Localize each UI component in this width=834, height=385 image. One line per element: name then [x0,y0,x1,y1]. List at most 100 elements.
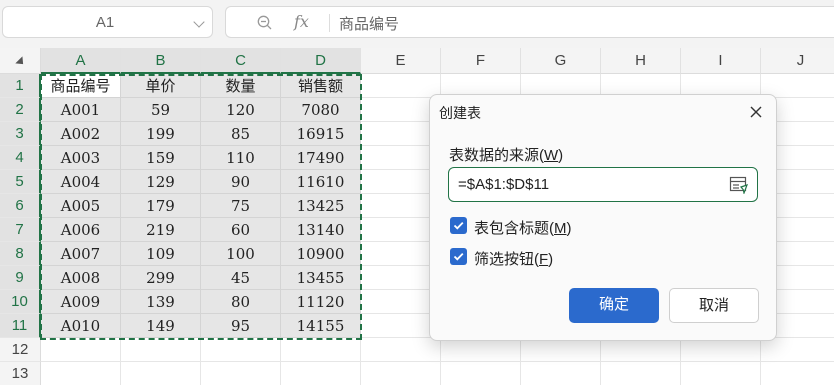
cell-c1[interactable]: 数量 [201,74,281,98]
close-icon[interactable] [748,104,764,120]
row-header-9[interactable]: 9 [0,266,41,290]
column-header-d[interactable]: D [281,48,361,74]
row-header-4[interactable]: 4 [0,146,41,170]
cell-d11[interactable]: 14155 [281,314,361,338]
cell-e13[interactable] [361,362,441,385]
row-header-10[interactable]: 10 [0,290,41,314]
cell-c13[interactable] [201,362,281,385]
range-select-icon[interactable] [729,176,749,194]
cell-b9[interactable]: 299 [121,266,201,290]
cell-b2[interactable]: 59 [121,98,201,122]
column-header-f[interactable]: F [441,48,521,74]
cell-a11[interactable]: A010 [41,314,121,338]
cell-a1[interactable]: 商品编号 [41,74,121,98]
cell-b12[interactable] [121,338,201,362]
cell-c11[interactable]: 95 [201,314,281,338]
row-header-8[interactable]: 8 [0,242,41,266]
cell-d3[interactable]: 16915 [281,122,361,146]
cell-c9[interactable]: 45 [201,266,281,290]
cell-b13[interactable] [121,362,201,385]
cell-a3[interactable]: A002 [41,122,121,146]
formula-content[interactable]: 商品编号 [339,13,399,34]
cell-c3[interactable]: 85 [201,122,281,146]
cell-d5[interactable]: 11610 [281,170,361,194]
column-header-i[interactable]: I [681,48,761,74]
cell-g13[interactable] [521,362,601,385]
cell-a13[interactable] [41,362,121,385]
column-header-j[interactable]: J [761,48,834,74]
name-box[interactable]: A1 [2,6,213,38]
cell-c8[interactable]: 100 [201,242,281,266]
row-header-3[interactable]: 3 [0,122,41,146]
source-range-input[interactable]: =$A$1:$D$11 [448,167,758,202]
cell-c2[interactable]: 120 [201,98,281,122]
cell-c6[interactable]: 75 [201,194,281,218]
column-header-h[interactable]: H [601,48,681,74]
cell-d6[interactable]: 13425 [281,194,361,218]
cell-j12[interactable] [761,338,834,362]
row-header-5[interactable]: 5 [0,170,41,194]
cell-a7[interactable]: A006 [41,218,121,242]
cell-a10[interactable]: A009 [41,290,121,314]
cell-e12[interactable] [361,338,441,362]
cell-c4[interactable]: 110 [201,146,281,170]
cell-h13[interactable] [601,362,681,385]
column-header-g[interactable]: G [521,48,601,74]
row-header-12[interactable]: 12 [0,338,41,362]
cell-f13[interactable] [441,362,521,385]
cell-d9[interactable]: 13455 [281,266,361,290]
zoom-icon[interactable] [257,15,272,30]
filter-button-label[interactable]: 筛选按钮(F) [474,248,553,269]
cell-d4[interactable]: 17490 [281,146,361,170]
cell-d2[interactable]: 7080 [281,98,361,122]
row-header-7[interactable]: 7 [0,218,41,242]
cell-a2[interactable]: A001 [41,98,121,122]
cell-d13[interactable] [281,362,361,385]
cell-c5[interactable]: 90 [201,170,281,194]
cell-d10[interactable]: 11120 [281,290,361,314]
cell-b7[interactable]: 219 [121,218,201,242]
cell-c10[interactable]: 80 [201,290,281,314]
cell-g12[interactable] [521,338,601,362]
column-header-a[interactable]: A [41,48,121,74]
cell-a5[interactable]: A004 [41,170,121,194]
has-headers-label[interactable]: 表包含标题(M) [474,217,572,238]
formula-bar[interactable]: fx 商品编号 [225,6,834,38]
cell-a8[interactable]: A007 [41,242,121,266]
column-header-e[interactable]: E [361,48,441,74]
cell-b3[interactable]: 199 [121,122,201,146]
row-header-11[interactable]: 11 [0,314,41,338]
select-all-corner[interactable] [0,48,41,74]
cancel-button[interactable]: 取消 [669,288,759,323]
cell-b6[interactable]: 179 [121,194,201,218]
cell-c12[interactable] [201,338,281,362]
cell-i12[interactable] [681,338,761,362]
cell-e1[interactable] [361,74,441,98]
cell-a9[interactable]: A008 [41,266,121,290]
cell-h12[interactable] [601,338,681,362]
cell-j13[interactable] [761,362,834,385]
row-header-1[interactable]: 1 [0,74,41,98]
cell-b10[interactable]: 139 [121,290,201,314]
cell-d12[interactable] [281,338,361,362]
cell-f12[interactable] [441,338,521,362]
row-header-2[interactable]: 2 [0,98,41,122]
cell-b4[interactable]: 159 [121,146,201,170]
ok-button[interactable]: 确定 [569,288,659,323]
cell-a12[interactable] [41,338,121,362]
row-header-13[interactable]: 13 [0,362,41,385]
cell-i13[interactable] [681,362,761,385]
has-headers-checkbox[interactable] [450,217,467,234]
cell-a4[interactable]: A003 [41,146,121,170]
column-header-c[interactable]: C [201,48,281,74]
cell-a6[interactable]: A005 [41,194,121,218]
row-header-6[interactable]: 6 [0,194,41,218]
cell-b1[interactable]: 单价 [121,74,201,98]
cell-d7[interactable]: 13140 [281,218,361,242]
cell-b11[interactable]: 149 [121,314,201,338]
cell-b8[interactable]: 109 [121,242,201,266]
cell-c7[interactable]: 60 [201,218,281,242]
cell-d8[interactable]: 10900 [281,242,361,266]
cell-d1[interactable]: 销售额 [281,74,361,98]
cell-b5[interactable]: 129 [121,170,201,194]
